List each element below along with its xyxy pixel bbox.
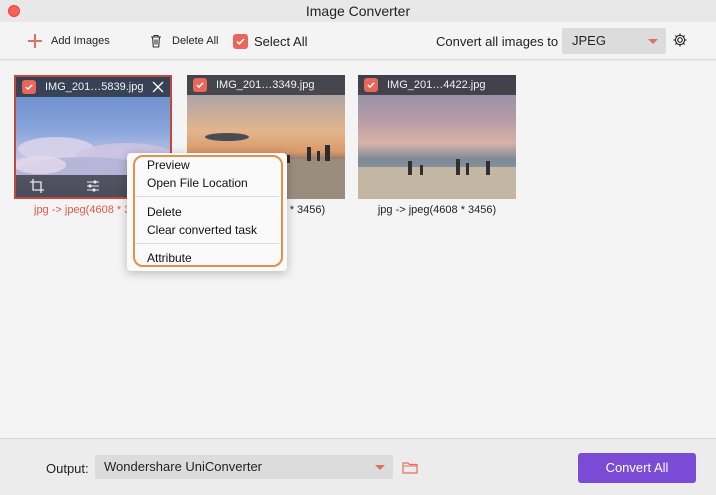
menu-item-clear-converted[interactable]: Clear converted task [147, 223, 257, 237]
output-value: Wondershare UniConverter [104, 459, 262, 474]
thumbnail-header: IMG_201…3349.jpg [187, 75, 345, 95]
add-images-label: Add Images [51, 35, 110, 47]
convert-label-text: Convert all images to [436, 33, 559, 49]
window-close-button[interactable] [8, 5, 20, 17]
adjust-icon[interactable] [86, 179, 100, 193]
checkmark-icon[interactable] [193, 78, 207, 92]
conversion-caption: jpg -> jpeg(4608 * 3456) [377, 204, 497, 216]
delete-all-button[interactable]: Delete All [148, 22, 218, 60]
menu-separator [135, 196, 279, 197]
context-menu: Preview Open File Location Delete Clear … [127, 153, 287, 271]
menu-item-attribute[interactable]: Attribute [147, 251, 192, 265]
checkmark-icon[interactable] [364, 78, 378, 92]
folder-icon[interactable] [402, 461, 418, 474]
file-name: IMG_201…4422.jpg [387, 79, 486, 91]
file-name: IMG_201…3349.jpg [216, 79, 315, 91]
output-select[interactable]: Wondershare UniConverter [95, 455, 393, 479]
convert-label: Convert all images to [436, 22, 558, 60]
checkmark-icon [233, 33, 248, 49]
plus-icon [28, 34, 42, 48]
close-icon[interactable] [152, 81, 164, 93]
convert-all-button[interactable]: Convert All [578, 453, 696, 483]
title-bar: Image Converter [0, 0, 716, 22]
format-select[interactable]: JPEG [562, 28, 666, 54]
chevron-down-icon [648, 39, 658, 44]
format-value: JPEG [572, 33, 606, 48]
add-images-button[interactable]: Add Images [28, 22, 110, 60]
select-all-label: Select All [254, 33, 308, 49]
thumbnail-header: IMG_201…4422.jpg [358, 75, 516, 95]
output-label: Output: [46, 461, 89, 476]
crop-icon[interactable] [30, 179, 44, 193]
window-title: Image Converter [305, 3, 411, 19]
select-all-checkbox[interactable]: Select All [233, 22, 307, 60]
toolbar: Add Images Delete All Select All Convert… [0, 22, 716, 60]
menu-item-delete[interactable]: Delete [147, 205, 182, 219]
thumbnail-header: IMG_201…5839.jpg [16, 77, 170, 97]
image-thumbnail[interactable]: IMG_201…4422.jpg [358, 75, 516, 199]
menu-separator [135, 243, 279, 244]
bottom-bar: Output: Wondershare UniConverter Convert… [0, 438, 716, 495]
file-name: IMG_201…5839.jpg [45, 81, 144, 93]
delete-all-label: Delete All [172, 35, 219, 47]
menu-item-open-file-location[interactable]: Open File Location [147, 176, 248, 190]
image-card[interactable]: IMG_201…4422.jpg jpg -> jpeg(4608 * 3456… [358, 75, 516, 216]
menu-item-preview[interactable]: Preview [147, 158, 190, 172]
gear-icon[interactable] [672, 32, 688, 48]
checkmark-icon[interactable] [22, 80, 36, 94]
chevron-down-icon [375, 465, 385, 470]
trash-icon [151, 34, 161, 48]
image-grid: IMG_201…5839.jpg jpg -> jpeg(4608 * 3456… [0, 61, 716, 438]
